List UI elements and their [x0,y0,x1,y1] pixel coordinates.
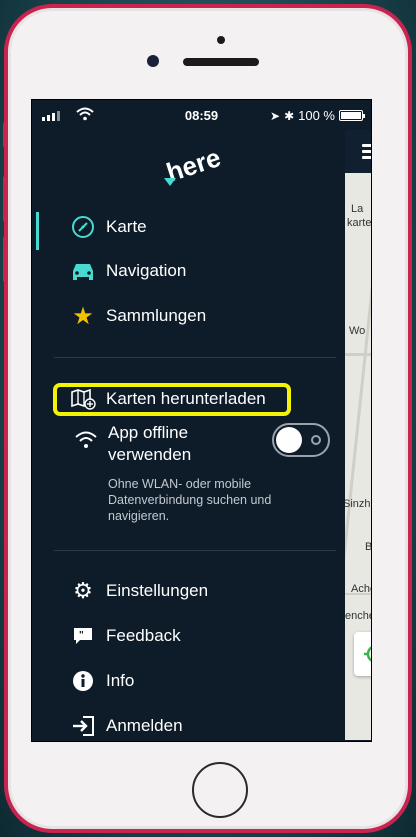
star-icon: ★ [72,302,94,330]
map-download-icon [70,386,96,412]
toggle-knob [276,427,302,453]
map-road [345,353,371,356]
menu-item-label: Navigation [106,261,187,280]
menu-item-feedback[interactable]: " Feedback [70,623,181,649]
login-icon [70,713,96,739]
menu-item-anmelden[interactable]: Anmelden [70,713,183,739]
menu-item-navigation[interactable]: Navigation [70,258,186,284]
wifi-icon [74,430,98,455]
map-label: karte [347,217,372,229]
volume-down-button [3,236,8,282]
menu-item-karten-herunterladen[interactable]: Karten herunterladen [70,386,266,412]
hamburger-menu-icon[interactable] [362,144,371,162]
compass-icon [70,214,96,240]
map-label: La [351,203,364,215]
divider [54,550,336,551]
home-button[interactable] [192,762,248,818]
battery-percent: 100 % [298,108,335,123]
divider [54,357,336,358]
front-sensor [217,36,225,44]
navigation-drawer: here Karte Navigation ★ Sammlungen Karte… [32,130,345,741]
offline-label-line1: App offline [108,423,189,442]
earpiece-speaker [183,58,259,66]
map-label: B [365,541,372,553]
gear-icon: ⚙ [73,578,93,603]
bluetooth-icon: ✱ [284,108,295,123]
menu-item-info[interactable]: Info [70,668,134,694]
status-right: ➤ ✱ 100 % [270,108,365,123]
toggle-off-indicator [311,435,321,445]
offline-mode-label: App offline verwenden [108,422,191,466]
volume-up-button [3,176,8,222]
svg-text:": " [79,630,84,641]
menu-item-karte[interactable]: Karte [70,214,147,240]
screen: 08:59 ➤ ✱ 100 % La karte Wo Sinzheim B A… [31,99,372,742]
here-logo: here [158,142,228,188]
info-icon [70,668,96,694]
map-label: Achern [351,583,371,595]
feedback-icon: " [70,623,96,649]
menu-item-label: Feedback [106,626,181,645]
location-arrow-icon: ➤ [270,108,281,123]
mute-switch [3,122,8,148]
map-label: Wo [349,325,366,337]
menu-item-label: Anmelden [106,716,183,735]
active-item-indicator [36,212,39,250]
menu-item-sammlungen[interactable]: ★ Sammlungen [70,302,207,330]
menu-item-label: Karten herunterladen [106,389,266,408]
front-camera [147,55,159,67]
locate-me-button[interactable] [354,632,371,676]
offline-label-line2: verwenden [108,445,192,464]
offline-mode-description: Ohne WLAN- oder mobile Datenverbindung s… [108,477,272,523]
map-label: Sinzheim [345,498,371,510]
menu-item-label: Info [106,671,135,690]
crosshair-icon [364,646,371,662]
menu-item-label: Sammlungen [106,306,207,325]
car-icon [70,258,96,284]
map-label: enchen [345,610,371,622]
menu-item-einstellungen[interactable]: ⚙ Einstellungen [70,578,208,604]
battery-icon [339,110,365,121]
offline-mode-toggle[interactable] [272,423,330,457]
menu-item-label: Einstellungen [106,581,209,600]
menu-item-label: Karte [106,217,147,236]
status-bar: 08:59 ➤ ✱ 100 % [32,100,371,130]
